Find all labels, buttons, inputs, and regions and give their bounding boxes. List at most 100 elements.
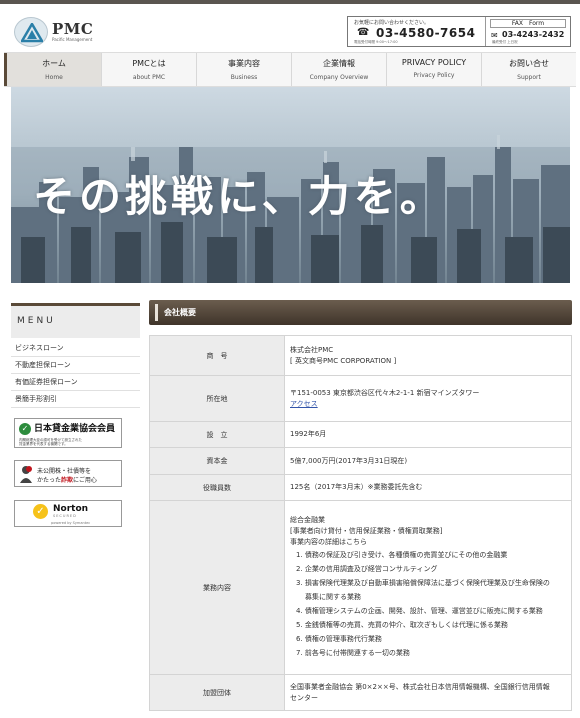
- nav-label: 企業情報: [323, 59, 355, 68]
- norton-name: Norton: [53, 504, 89, 514]
- nav-sublabel: Home: [45, 74, 63, 81]
- list-item: 7. 前各号に付帯関連する一切の業務: [296, 649, 410, 657]
- sidebar-menu-title: MENU: [17, 316, 56, 326]
- nav-sublabel: about PMC: [132, 74, 166, 81]
- row-label: 加盟団体: [149, 674, 285, 711]
- banner-text: にご用心: [73, 477, 97, 484]
- sidebar-item-bill-discount[interactable]: 景簡手形割引: [11, 391, 140, 408]
- phone-icon: ☎: [357, 27, 370, 38]
- business-intro: [事業者向け貸付・信用保証業務・債権買取業務]: [290, 527, 443, 535]
- association-member-banner[interactable]: ✓ 日本貸金業協会会員 内閣総理大臣の認可を受けて設立された 貸金業界を代表する…: [14, 418, 122, 448]
- sidebar-item-real-estate-loan[interactable]: 不動産担保ローン: [11, 357, 140, 374]
- row-value: 5億7,000万円(2017年3月31日現在): [284, 447, 572, 475]
- banner-note: 内閣総理大臣の認可を受けて設立された 貸金業界を代表する機関です。: [19, 438, 82, 446]
- contact-hours: 電話受付時間 9:00〜17:00: [354, 40, 398, 44]
- section-title: 会社概要: [164, 308, 196, 317]
- table-row: 商 号 株式会社PMC [ 英文商号PMC CORPORATION ]: [149, 335, 572, 376]
- row-label: 商 号: [149, 335, 285, 376]
- banner-title: 日本貸金業協会会員: [34, 424, 116, 434]
- company-name: 株式会社PMC: [290, 345, 334, 354]
- business-intro: 総合金融業: [290, 516, 325, 524]
- top-bar: [0, 0, 580, 4]
- list-item: 5. 金銭債権等の売買、売買の仲介、取次ぎもしくは代理に係る業務: [296, 621, 508, 629]
- sidebar-menu: ビジネスローン 不動産担保ローン 有価証券担保ローン 景簡手形割引: [11, 340, 140, 408]
- hero-banner: その挑戦に、力を。: [11, 87, 570, 283]
- access-link[interactable]: アクセス: [290, 399, 566, 410]
- fax-icon: ✉: [491, 31, 498, 40]
- row-value: 全国事業者金融協会 第0×2××号、株式会社日本信用情報機構、全国銀行信用情報 …: [284, 674, 572, 711]
- company-info-table: 商 号 株式会社PMC [ 英文商号PMC CORPORATION ] 所在地 …: [149, 335, 572, 711]
- list-item: 2. 企業の信用調査及び経営コンサルティング: [296, 565, 438, 573]
- sidebar-item-business-loan[interactable]: ビジネスローン: [11, 340, 140, 357]
- row-label: 役職員数: [149, 474, 285, 501]
- list-item: 1. 債務の保証及び引き受け、各種債権の売買並びにその他の金融業: [296, 551, 508, 559]
- sidebar-menu-heading: MENU: [11, 303, 140, 338]
- nav-sublabel: Privacy Policy: [413, 72, 455, 79]
- row-label: 設 立: [149, 421, 285, 448]
- list-item: 3. 損害保険代理業及び自動車損害賠償保障法に基づく保険代理業及び生命保険の: [296, 579, 550, 587]
- nav-privacy[interactable]: PRIVACY POLICY Privacy Policy: [387, 53, 482, 86]
- logo-name: PMC: [52, 20, 94, 38]
- table-row: 役職員数 125名（2017年3月末）※業務委託先含む: [149, 474, 572, 501]
- banner-line: かたった詐欺にご用心: [37, 475, 97, 484]
- banner-line: 未公開株・社債等を: [37, 468, 92, 475]
- banner-text: かたった: [37, 477, 62, 484]
- fax-form-label[interactable]: FAX Form: [490, 19, 566, 28]
- nav-label: 事業内容: [228, 59, 260, 68]
- norton-secured: SECURED: [53, 514, 77, 518]
- nav-business[interactable]: 事業内容 Business: [197, 53, 292, 86]
- person-icon: [20, 466, 32, 483]
- table-row: 加盟団体 全国事業者金融協会 第0×2××号、株式会社日本信用情報機構、全国銀行…: [149, 674, 572, 711]
- main-nav: ホーム Home PMCとは about PMC 事業内容 Business 企…: [4, 52, 576, 87]
- table-row: 資本金 5億7,000万円(2017年3月31日現在): [149, 447, 572, 475]
- nav-sublabel: Business: [230, 74, 258, 81]
- section-heading: 会社概要: [149, 300, 572, 325]
- row-value: 株式会社PMC [ 英文商号PMC CORPORATION ]: [284, 335, 572, 376]
- row-value: 〒151-0053 東京都渋谷区代々木2-1-1 新宿マインズタワー アクセス: [284, 375, 572, 422]
- norton-check-icon: ✓: [33, 504, 48, 519]
- hero-copy: その挑戦に、力を。: [33, 172, 446, 221]
- address: 〒151-0053 東京都渋谷区代々木2-1-1 新宿マインズタワー: [290, 388, 480, 397]
- business-detail-link[interactable]: 事業内容の詳細はこちら: [290, 537, 566, 548]
- fraud-warning-banner[interactable]: 未公開株・社債等を かたった詐欺にご用心: [14, 460, 122, 487]
- table-row: 所在地 〒151-0053 東京都渋谷区代々木2-1-1 新宿マインズタワー ア…: [149, 375, 572, 422]
- fax-contact: FAX Form ✉ 03-4243-2432 最終受付 上日祝: [486, 17, 570, 46]
- nav-label: PRIVACY POLICY: [401, 58, 467, 67]
- organizations: センター: [290, 693, 318, 702]
- contact-box: お気軽にお問い合わせください。 ☎ 03-4580-7654 電話受付時間 9:…: [347, 16, 571, 47]
- logo[interactable]: PMC Pacific Management: [14, 16, 106, 47]
- nav-support[interactable]: お問い合せ Support: [482, 53, 576, 86]
- table-row: 業務内容 総合金融業 [事業者向け貸付・信用保証業務・債権買取業務] 事業内容の…: [149, 500, 572, 675]
- nav-home[interactable]: ホーム Home: [4, 53, 102, 86]
- logo-subtitle: Pacific Management: [52, 37, 93, 42]
- table-row: 設 立 1992年6月: [149, 421, 572, 448]
- nav-company[interactable]: 企業情報 Company Overview: [292, 53, 387, 86]
- row-label: 業務内容: [149, 500, 285, 675]
- list-item: 6. 債権の管理事務代行業務: [296, 635, 382, 643]
- row-label: 所在地: [149, 375, 285, 422]
- norton-secured-badge[interactable]: ✓ Norton SECURED powered by Symantec: [14, 500, 122, 527]
- row-label: 資本金: [149, 447, 285, 475]
- company-english-name: [ 英文商号PMC CORPORATION ]: [290, 356, 397, 365]
- nav-label: ホーム: [42, 59, 66, 68]
- nav-label: お問い合せ: [509, 59, 549, 68]
- organizations: 全国事業者金融協会 第0×2××号、株式会社日本信用情報機構、全国銀行信用情報: [290, 682, 550, 691]
- contact-caption: お気軽にお問い合わせください。: [354, 20, 430, 26]
- logo-mark-icon: [14, 17, 48, 47]
- norton-powered-by: powered by Symantec: [51, 521, 91, 525]
- nav-sublabel: Company Overview: [309, 74, 369, 81]
- nav-about[interactable]: PMCとは about PMC: [102, 53, 197, 86]
- row-value: 総合金融業 [事業者向け貸付・信用保証業務・債権買取業務] 事業内容の詳細はこち…: [284, 500, 572, 675]
- phone-contact: お気軽にお問い合わせください。 ☎ 03-4580-7654 電話受付時間 9:…: [348, 17, 486, 46]
- banner-warning-text: 詐欺: [61, 477, 74, 484]
- row-value: 1992年6月: [284, 421, 572, 448]
- row-value: 125名（2017年3月末）※業務委託先含む: [284, 474, 572, 501]
- nav-sublabel: Support: [517, 74, 541, 81]
- phone-number[interactable]: 03-4580-7654: [376, 26, 475, 40]
- list-item: 4. 債権管理システムの企画、開発、設計、管理、運営並びに販売に関する業務: [296, 607, 543, 615]
- list-item: 募集に関する業務: [305, 593, 361, 601]
- check-icon: ✓: [19, 423, 31, 435]
- nav-label: PMCとは: [132, 59, 166, 68]
- sidebar-item-securities-loan[interactable]: 有価証券担保ローン: [11, 374, 140, 391]
- fax-note: 最終受付 上日祝: [492, 40, 518, 44]
